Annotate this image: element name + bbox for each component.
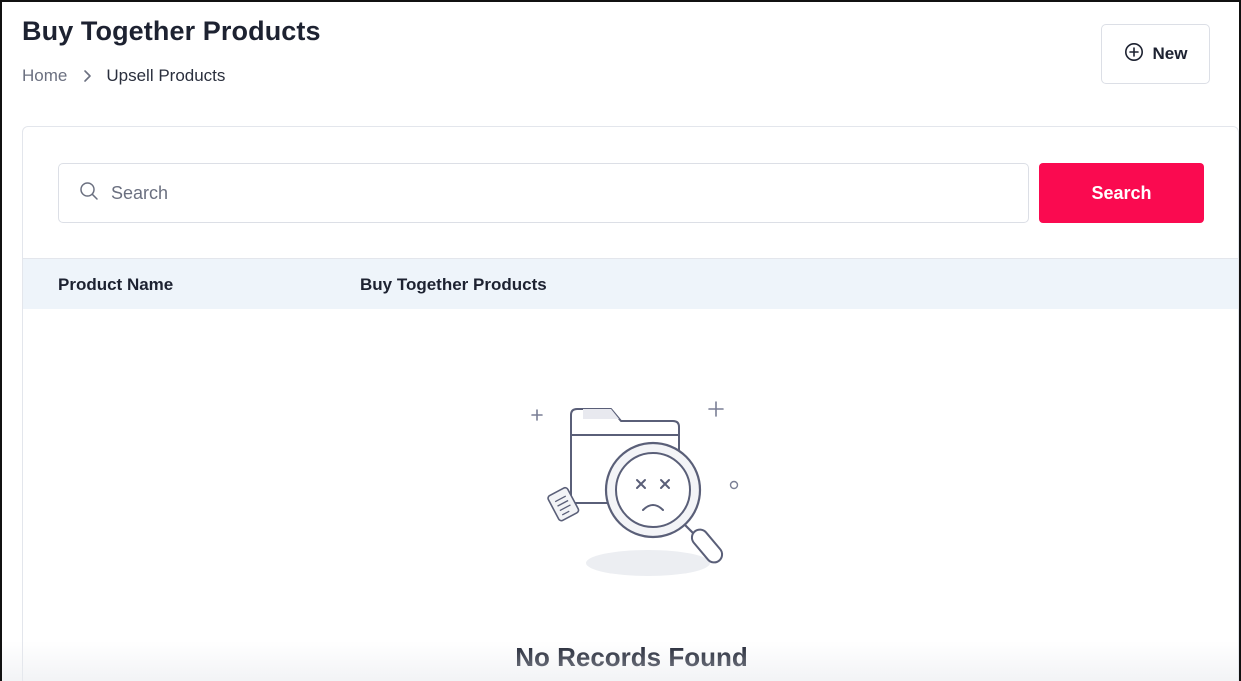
search-input[interactable] — [111, 182, 1011, 204]
new-button[interactable]: New — [1101, 24, 1210, 84]
column-header-product-name[interactable]: Product Name — [58, 275, 173, 295]
search-icon — [79, 181, 99, 206]
breadcrumb: Home Upsell Products — [22, 66, 225, 86]
no-records-illustration — [523, 397, 743, 592]
column-header-buy-together-products[interactable]: Buy Together Products — [360, 275, 547, 295]
new-button-label: New — [1152, 44, 1188, 63]
page-title: Buy Together Products — [22, 16, 321, 46]
magnifier-sad-face-icon — [604, 441, 724, 564]
breadcrumb-current: Upsell Products — [106, 66, 226, 85]
breadcrumb-home-link[interactable]: Home — [22, 66, 67, 86]
records-card: Search Product Name Buy Together Product… — [22, 126, 1239, 681]
chevron-right-icon — [83, 69, 92, 83]
table-header: Product Name Buy Together Products — [23, 258, 1238, 309]
sparkle-plus-icon — [708, 401, 724, 417]
search-field[interactable] — [58, 163, 1029, 223]
sparkle-plus-icon — [531, 409, 543, 421]
empty-state-message: No Records Found — [515, 642, 748, 672]
plus-circle-icon — [1124, 42, 1144, 67]
sparkle-dot-icon — [729, 480, 739, 490]
search-button[interactable]: Search — [1039, 163, 1204, 223]
